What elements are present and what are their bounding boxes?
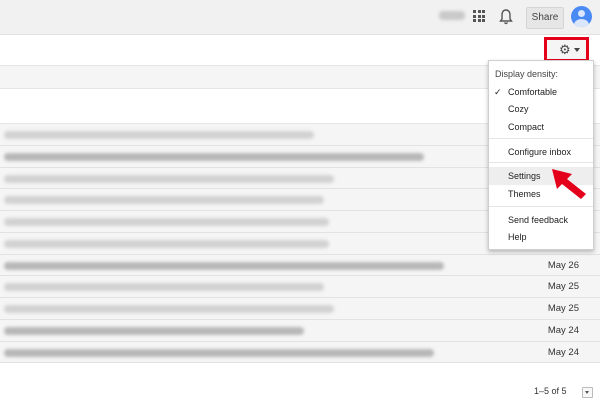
settings-menu: Display density: ✓ Comfortable Cozy Comp… xyxy=(488,60,594,250)
menu-divider xyxy=(489,138,593,139)
email-row[interactable]: May 25 xyxy=(0,276,600,298)
checkmark-icon: ✓ xyxy=(494,87,502,97)
blurred-account-name xyxy=(439,11,465,20)
avatar-icon[interactable] xyxy=(571,6,592,27)
red-arrow-pointer xyxy=(552,169,586,199)
settings-gear-button[interactable]: ⚙ xyxy=(544,37,589,62)
menu-item-compact[interactable]: Compact xyxy=(508,122,544,132)
menu-item-themes[interactable]: Themes xyxy=(508,189,541,199)
bell-icon[interactable] xyxy=(498,8,514,26)
menu-item-configure-inbox[interactable]: Configure inbox xyxy=(508,147,571,157)
pagination-dropdown-button[interactable] xyxy=(582,387,593,398)
email-date: May 26 xyxy=(547,259,579,271)
email-date: May 25 xyxy=(547,303,579,314)
menu-item-help[interactable]: Help xyxy=(508,232,527,242)
email-row[interactable]: May 24 xyxy=(0,319,600,342)
email-row[interactable]: May 26 xyxy=(0,254,600,277)
menu-divider xyxy=(489,162,593,163)
menu-item-send-feedback[interactable]: Send feedback xyxy=(508,215,568,225)
email-row[interactable]: May 24 xyxy=(0,341,600,364)
email-date: May 25 xyxy=(547,281,579,293)
email-row[interactable]: May 25 xyxy=(0,298,600,320)
menu-item-cozy[interactable]: Cozy xyxy=(508,104,529,114)
menu-divider xyxy=(489,206,593,207)
gear-icon: ⚙ xyxy=(559,42,571,57)
email-date: May 24 xyxy=(547,346,579,358)
share-button[interactable]: Share xyxy=(526,7,564,29)
menu-item-comfortable[interactable]: Comfortable xyxy=(508,87,557,97)
menu-item-settings[interactable]: Settings xyxy=(508,171,541,181)
email-date: May 24 xyxy=(547,324,579,336)
display-density-heading: Display density: xyxy=(495,69,559,79)
apps-grid-icon[interactable] xyxy=(473,10,485,22)
top-bar: Share xyxy=(0,0,600,35)
chevron-down-icon xyxy=(574,48,580,52)
pagination-range: 1–5 of 5 xyxy=(534,386,567,396)
